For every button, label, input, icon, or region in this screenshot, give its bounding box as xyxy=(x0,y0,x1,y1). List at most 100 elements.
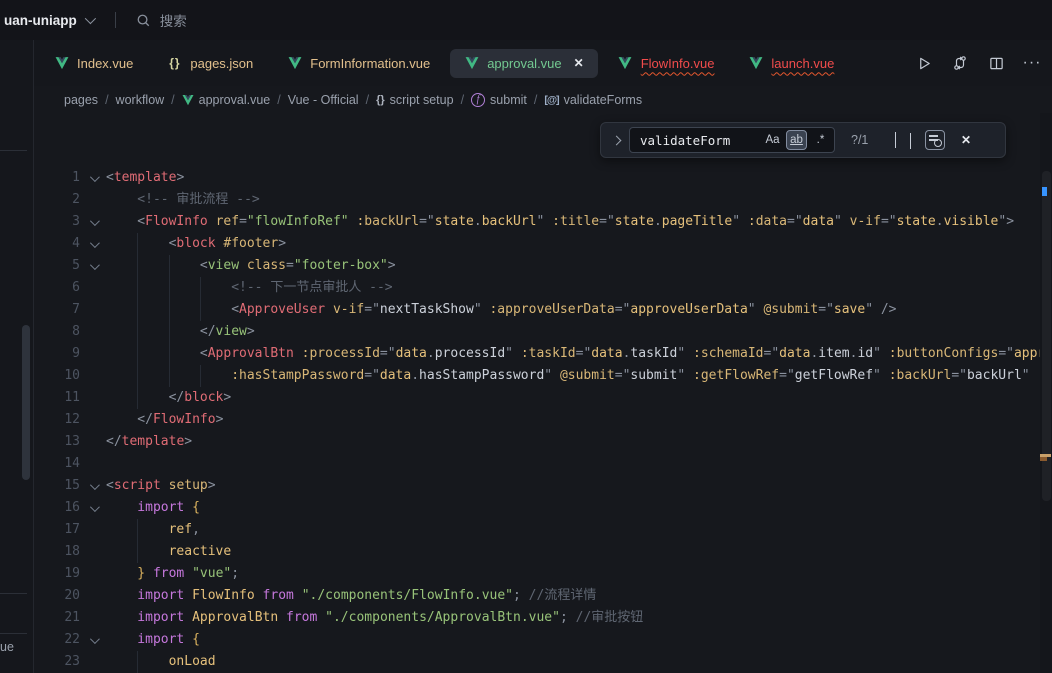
project-switcher[interactable]: uan-uniapp xyxy=(4,13,93,28)
line-content[interactable]: </template> xyxy=(106,431,192,453)
code-line[interactable]: 15<script setup> xyxy=(34,475,1052,497)
sidebar-file-partial[interactable]: ue xyxy=(0,640,14,654)
more-actions-icon[interactable]: ··· xyxy=(1022,53,1042,73)
code-line[interactable]: 8</view> xyxy=(34,321,1052,343)
code-line[interactable]: 9<ApprovalBtn :processId="data.processId… xyxy=(34,343,1052,365)
line-content[interactable]: <FlowInfo ref="flowInfoRef" :backUrl="st… xyxy=(106,211,1014,233)
code-line[interactable]: 5<view class="footer-box"> xyxy=(34,255,1052,277)
code-line[interactable]: 16import { xyxy=(34,497,1052,519)
code-token: "flowInfoRef" xyxy=(247,211,349,233)
code-line[interactable]: 23onLoad xyxy=(34,651,1052,673)
breadcrumb-label: validateForms xyxy=(564,93,643,107)
regex-button[interactable]: .* xyxy=(810,130,831,150)
close-icon[interactable]: ✕ xyxy=(961,133,971,147)
code-token xyxy=(325,299,333,321)
code-line[interactable]: 14 xyxy=(34,453,1052,475)
tab-launch.vue[interactable]: launch.vue xyxy=(734,49,848,78)
code-token: @submit xyxy=(560,365,615,387)
tab-approval.vue[interactable]: approval.vue✕ xyxy=(450,49,598,78)
line-number: 12 xyxy=(34,409,80,431)
breadcrumb-item-validateforms[interactable]: [@]validateForms xyxy=(544,93,642,107)
editor-scrollbar[interactable] xyxy=(1042,171,1051,501)
line-content[interactable]: import { xyxy=(106,497,200,519)
line-content[interactable]: <block #footer> xyxy=(106,233,286,255)
previous-match-icon[interactable] xyxy=(895,133,896,148)
find-input[interactable]: validateForm Aa ab .* xyxy=(629,127,835,153)
code-token: = xyxy=(779,365,787,387)
whole-word-button[interactable]: ab xyxy=(786,130,807,150)
split-editor-icon[interactable] xyxy=(986,53,1006,73)
line-content[interactable]: <!-- 审批流程 --> xyxy=(106,189,260,211)
fold-chevron-icon[interactable] xyxy=(80,255,106,277)
fold-chevron-icon[interactable] xyxy=(80,629,106,651)
titlebar-divider xyxy=(115,12,116,28)
run-icon[interactable] xyxy=(914,53,934,73)
code-line[interactable]: 3<FlowInfo ref="flowInfoRef" :backUrl="s… xyxy=(34,211,1052,233)
breadcrumb-item-workflow[interactable]: workflow xyxy=(116,93,165,107)
line-content[interactable]: import ApprovalBtn from "./components/Ap… xyxy=(106,607,643,629)
fold-chevron-icon[interactable] xyxy=(80,167,106,189)
line-number: 1 xyxy=(34,167,80,189)
line-content[interactable]: :hasStampPassword="data.hasStampPassword… xyxy=(106,365,1052,387)
line-content[interactable]: } from "vue"; xyxy=(106,563,239,585)
breadcrumb-item-pages[interactable]: pages xyxy=(64,93,98,107)
line-content[interactable]: import { xyxy=(106,629,200,651)
breadcrumb-item-vue-official[interactable]: Vue - Official xyxy=(288,93,359,107)
line-content[interactable]: ref, xyxy=(106,519,200,541)
tab-Index.vue[interactable]: Index.vue xyxy=(40,49,147,78)
line-content[interactable]: <ApprovalBtn :processId="data.processId"… xyxy=(106,343,1052,365)
code-line[interactable]: 11</block> xyxy=(34,387,1052,409)
tab-pages.json[interactable]: {}pages.json xyxy=(153,49,267,78)
fold-chevron-icon[interactable] xyxy=(80,497,106,519)
code-line[interactable]: 10:hasStampPassword="data.hasStampPasswo… xyxy=(34,365,1052,387)
line-content[interactable]: <ApproveUser v-if="nextTaskShow" :approv… xyxy=(106,299,897,321)
line-content[interactable]: </FlowInfo> xyxy=(106,409,223,431)
breadcrumb-item-script-setup[interactable]: {}script setup xyxy=(376,93,453,107)
line-number: 17 xyxy=(34,519,80,541)
fold-chevron-icon[interactable] xyxy=(80,475,106,497)
code-token: :backUrl xyxy=(889,365,952,387)
tab-FlowInfo.vue[interactable]: FlowInfo.vue xyxy=(604,49,729,78)
fold-gutter xyxy=(80,453,106,475)
code-line[interactable]: 20import FlowInfo from "./components/Flo… xyxy=(34,585,1052,607)
line-content[interactable]: <template> xyxy=(106,167,184,189)
code-line[interactable]: 17 ref, xyxy=(34,519,1052,541)
fold-chevron-icon[interactable] xyxy=(80,233,106,255)
code-line[interactable]: 2<!-- 审批流程 --> xyxy=(34,189,1052,211)
tab-FormInformation.vue[interactable]: FormInformation.vue xyxy=(273,49,444,78)
sidebar-divider xyxy=(0,593,27,594)
match-case-button[interactable]: Aa xyxy=(762,130,783,150)
line-content[interactable]: <view class="footer-box"> xyxy=(106,255,396,277)
code-line[interactable]: 4<block #footer> xyxy=(34,233,1052,255)
code-line[interactable]: 6<!-- 下一节点审批人 --> xyxy=(34,277,1052,299)
breadcrumb-item-submit[interactable]: fsubmit xyxy=(471,93,527,107)
line-content[interactable]: <!-- 下一节点审批人 --> xyxy=(106,277,393,299)
code-line[interactable]: 22import { xyxy=(34,629,1052,651)
breadcrumb-item-approval-vue[interactable]: approval.vue xyxy=(182,93,271,107)
code-line[interactable]: 7<ApproveUser v-if="nextTaskShow" :appro… xyxy=(34,299,1052,321)
next-match-icon[interactable] xyxy=(910,133,911,148)
line-content[interactable]: reactive xyxy=(106,541,231,563)
fold-chevron-icon[interactable] xyxy=(80,211,106,233)
find-in-selection-icon[interactable] xyxy=(925,130,945,150)
code-line[interactable]: 19} from "vue"; xyxy=(34,563,1052,585)
find-query-text[interactable]: validateForm xyxy=(640,133,759,148)
line-content[interactable]: onLoad xyxy=(106,651,216,673)
code-line[interactable]: 12 </FlowInfo> xyxy=(34,409,1052,431)
open-changes-icon[interactable] xyxy=(950,53,970,73)
toggle-replace-icon[interactable] xyxy=(609,137,623,144)
line-content[interactable]: import FlowInfo from "./components/FlowI… xyxy=(106,585,596,607)
code-line[interactable]: 1 <template> xyxy=(34,167,1052,189)
line-content[interactable]: <script setup> xyxy=(106,475,216,497)
sidebar-scrollbar[interactable] xyxy=(22,325,30,480)
line-content[interactable]: </block> xyxy=(106,387,231,409)
code-line[interactable]: 21import ApprovalBtn from "./components/… xyxy=(34,607,1052,629)
code-token: data xyxy=(380,365,411,387)
line-content[interactable]: </view> xyxy=(106,321,255,343)
code-line[interactable]: 18reactive xyxy=(34,541,1052,563)
code-line[interactable]: 13</template> xyxy=(34,431,1052,453)
global-search[interactable]: 搜索 xyxy=(136,10,187,30)
close-icon[interactable]: ✕ xyxy=(574,56,584,70)
code-editor[interactable]: 1 <template>2<!-- 审批流程 -->3<FlowInfo ref=… xyxy=(34,113,1052,673)
code-token xyxy=(184,585,192,607)
